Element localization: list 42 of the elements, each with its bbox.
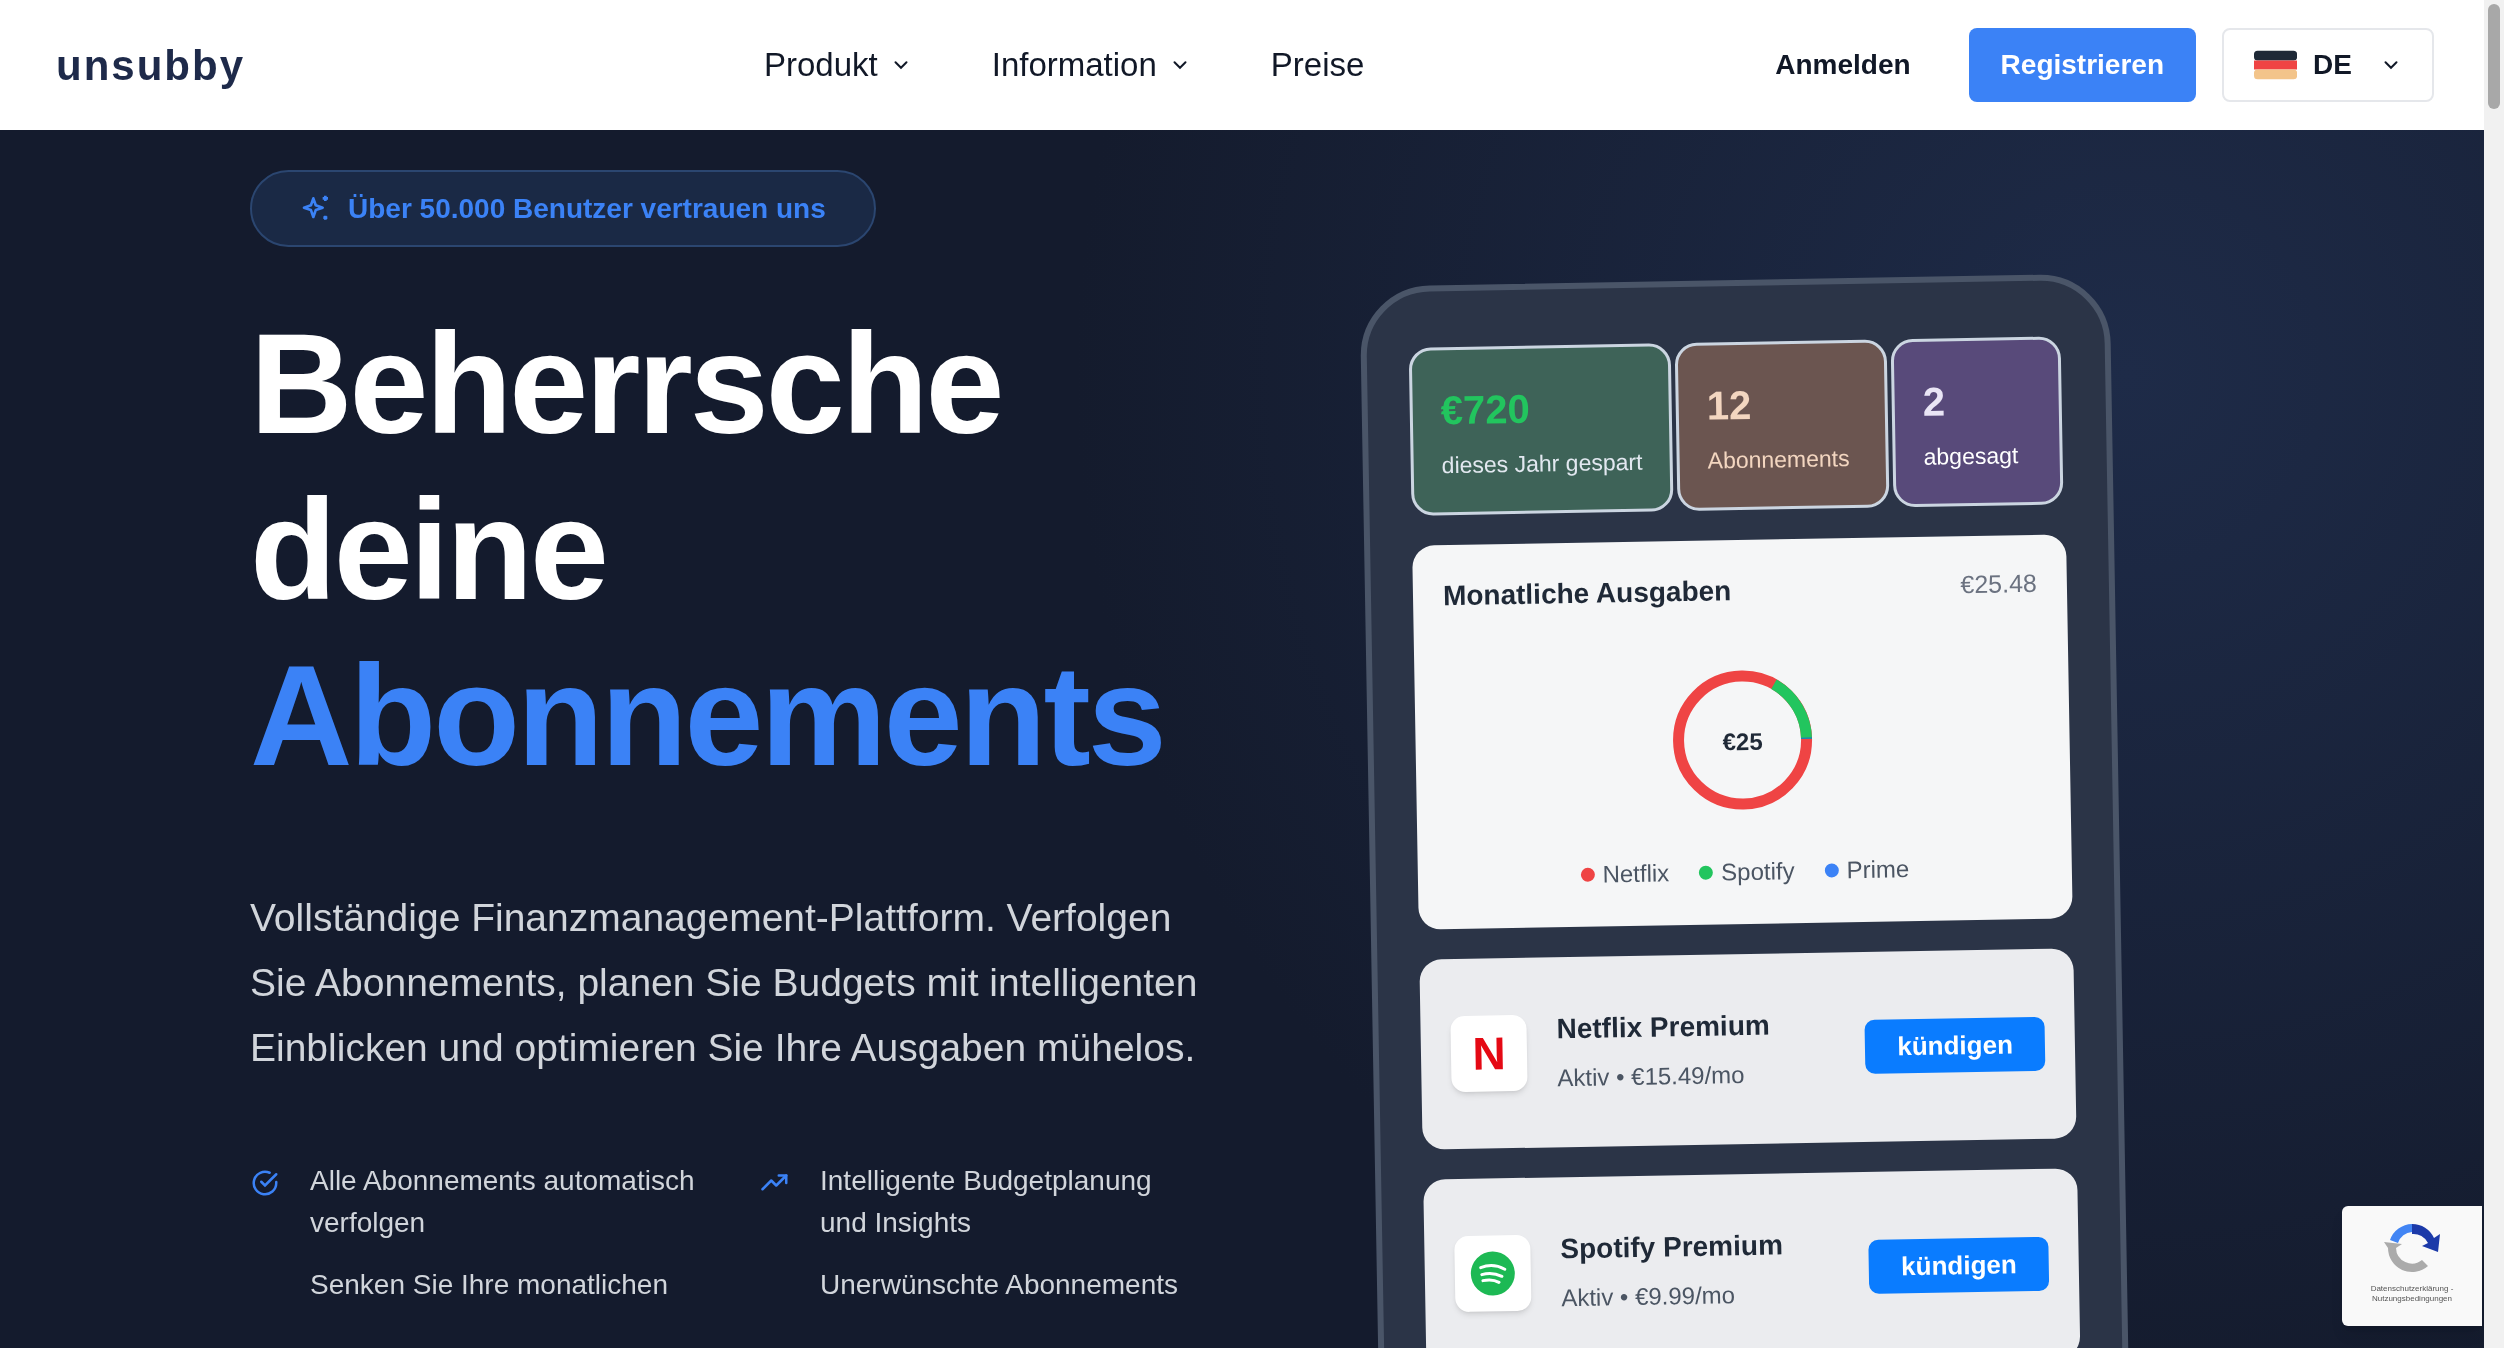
trust-badge: Über 50.000 Benutzer vertrauen uns	[250, 170, 876, 247]
subscription-name: Netflix Premium	[1556, 1008, 1771, 1047]
recaptcha-badge[interactable]: Datenschutzerklärung - Nutzungsbedingungen	[2342, 1206, 2482, 1326]
legend-label: Prime	[1846, 854, 1910, 886]
logo[interactable]: unsubby	[56, 33, 764, 97]
netflix-logo: N	[1450, 1014, 1528, 1093]
hero-description: Vollständige Finanzmanagement-Plattform. Verfolgen Sie Abonnements, planen Sie Budgets mit intelligenten Einblicken und optimieren Sie Ihre Ausgaben mühelos.	[250, 895, 1199, 1071]
cancel-button[interactable]: kündigen	[1864, 1016, 2046, 1074]
feature-text: Intelligente Budgetplanung und Insights	[820, 1164, 1153, 1240]
nav-link[interactable]: Information	[991, 40, 1191, 90]
feature-text: Senken Sie Ihre monatlichen	[310, 1268, 668, 1302]
subscription-status: Aktiv • €9.99/mo	[1560, 1280, 1737, 1314]
subscription-name: Spotify Premium	[1560, 1228, 1784, 1267]
card-title: Monatliche Ausgaben	[1442, 574, 1732, 614]
stat-label: abgesagt	[1923, 440, 2020, 472]
headline-text: deine	[250, 469, 607, 631]
legend-label: Spotify	[1720, 856, 1795, 888]
stat-value: €720	[1440, 385, 1532, 434]
flag-icon	[2254, 49, 2298, 81]
subscription-status: Aktiv • €15.49/mo	[1557, 1060, 1746, 1094]
language-select[interactable]: DE	[2222, 28, 2434, 102]
register-button[interactable]: Registrieren	[1968, 28, 2196, 102]
feature-text: Alle Abonnements automatisch verfolgen	[310, 1164, 696, 1240]
feature-text: Unerwünschte Abonnements	[820, 1268, 1178, 1302]
headline-text: Beherrsche	[250, 303, 1003, 465]
headline-highlight: Abonnements	[250, 635, 1165, 797]
total-amount: €25.48	[1960, 567, 2038, 601]
stat-value: 2	[1922, 378, 1947, 426]
scrollbar[interactable]	[2484, 0, 2504, 1348]
spotify-logo-icon	[1454, 1234, 1532, 1313]
recaptcha-links[interactable]: Datenschutzerklärung - Nutzungsbedingungen	[2347, 1284, 2477, 1304]
login-link[interactable]: Anmelden	[1775, 44, 1911, 86]
stat-label: dieses Jahr gespart	[1441, 447, 1642, 480]
cancel-button[interactable]: kündigen	[1868, 1236, 2050, 1294]
check-circle-icon	[250, 1168, 280, 1198]
nav-link[interactable]: Produkt	[764, 40, 912, 90]
stat-label: Abonnements	[1707, 443, 1851, 476]
chart-center-value: €25	[1722, 726, 1763, 758]
legend-label: Netflix	[1602, 858, 1670, 890]
stat-value: 12	[1706, 381, 1753, 430]
nav-link[interactable]: Preise	[1270, 40, 1365, 90]
scrollbar-thumb[interactable]	[2488, 4, 2500, 109]
